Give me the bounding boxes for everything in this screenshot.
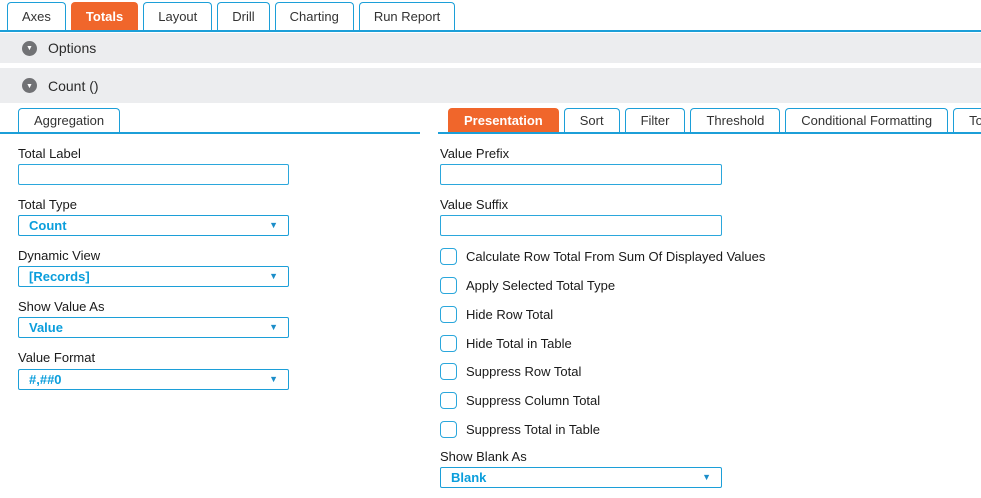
tabbar-divider — [0, 30, 981, 32]
chevron-down-icon: ▼ — [269, 272, 278, 281]
value-format-label: Value Format — [18, 350, 95, 365]
tab-layout[interactable]: Layout — [143, 2, 212, 30]
suppress-column-total-checkbox[interactable] — [440, 392, 457, 409]
tab-threshold[interactable]: Threshold — [690, 108, 780, 132]
main-tabbar: Axes Totals Layout Drill Charting Run Re… — [7, 2, 455, 30]
total-label-input[interactable] — [18, 164, 289, 185]
calculate-row-total-label: Calculate Row Total From Sum Of Displaye… — [466, 249, 765, 264]
suppress-row-total-checkbox[interactable] — [440, 363, 457, 380]
dynamic-view-select[interactable]: [Records] ▼ — [18, 266, 289, 287]
show-value-as-label: Show Value As — [18, 299, 104, 314]
tab-totals[interactable]: Totals — [71, 2, 138, 30]
calculate-row-total-checkbox[interactable] — [440, 248, 457, 265]
value-prefix-label: Value Prefix — [440, 146, 509, 161]
value-prefix-input[interactable] — [440, 164, 722, 185]
tab-axes[interactable]: Axes — [7, 2, 66, 30]
tab-sort[interactable]: Sort — [564, 108, 620, 132]
tab-conditional-formatting[interactable]: Conditional Formatting — [785, 108, 948, 132]
checkbox-row: Hide Row Total — [440, 306, 553, 323]
apply-selected-total-type-checkbox[interactable] — [440, 277, 457, 294]
value-format-select[interactable]: #,##0 ▼ — [18, 369, 289, 390]
checkbox-row: Suppress Row Total — [440, 363, 581, 380]
suppress-total-in-table-label: Suppress Total in Table — [466, 422, 600, 437]
hide-row-total-checkbox[interactable] — [440, 306, 457, 323]
tab-presentation[interactable]: Presentation — [448, 108, 559, 132]
show-value-as-select[interactable]: Value ▼ — [18, 317, 289, 338]
chevron-down-icon: ▼ — [269, 323, 278, 332]
hide-row-total-label: Hide Row Total — [466, 307, 553, 322]
value-format-value: #,##0 — [29, 372, 62, 387]
right-tabbar-divider — [438, 132, 981, 134]
apply-selected-total-type-label: Apply Selected Total Type — [466, 278, 615, 293]
total-type-label: Total Type — [18, 197, 77, 212]
total-label-label: Total Label — [18, 146, 81, 161]
tab-run-report[interactable]: Run Report — [359, 2, 455, 30]
tab-drill[interactable]: Drill — [217, 2, 269, 30]
chevron-down-icon: ▼ — [702, 473, 711, 482]
total-type-value: Count — [29, 218, 67, 233]
collapse-chevron-icon[interactable]: ▼ — [22, 41, 37, 56]
checkbox-row: Suppress Column Total — [440, 392, 600, 409]
hide-total-in-table-checkbox[interactable] — [440, 335, 457, 352]
show-blank-as-value: Blank — [451, 470, 486, 485]
dynamic-view-label: Dynamic View — [18, 248, 100, 263]
show-value-as-value: Value — [29, 320, 63, 335]
checkbox-row: Suppress Total in Table — [440, 421, 600, 438]
total-type-select[interactable]: Count ▼ — [18, 215, 289, 236]
left-panel-tabbar: Aggregation — [18, 108, 120, 132]
checkbox-row: Hide Total in Table — [440, 335, 572, 352]
collapse-chevron-icon[interactable]: ▼ — [22, 78, 37, 93]
hide-total-in-table-label: Hide Total in Table — [466, 336, 572, 351]
chevron-down-icon: ▼ — [269, 221, 278, 230]
suppress-row-total-label: Suppress Row Total — [466, 364, 581, 379]
tab-aggregation[interactable]: Aggregation — [18, 108, 120, 132]
value-suffix-input[interactable] — [440, 215, 722, 236]
tab-filter[interactable]: Filter — [625, 108, 686, 132]
checkbox-row: Apply Selected Total Type — [440, 277, 615, 294]
dynamic-view-value: [Records] — [29, 269, 90, 284]
section-options-label: Options — [48, 40, 96, 56]
suppress-column-total-label: Suppress Column Total — [466, 393, 600, 408]
tab-tooltips[interactable]: Tooltips — [953, 108, 981, 132]
chevron-down-icon: ▼ — [269, 375, 278, 384]
left-tabbar-divider — [0, 132, 420, 134]
section-header-options[interactable]: ▼ Options — [0, 33, 981, 63]
value-suffix-label: Value Suffix — [440, 197, 508, 212]
section-header-count[interactable]: ▼ Count () — [0, 68, 981, 103]
section-count-label: Count () — [48, 78, 99, 94]
checkbox-row: Calculate Row Total From Sum Of Displaye… — [440, 248, 765, 265]
show-blank-as-select[interactable]: Blank ▼ — [440, 467, 722, 488]
show-blank-as-label: Show Blank As — [440, 449, 527, 464]
tab-charting[interactable]: Charting — [275, 2, 354, 30]
right-panel-tabbar: Presentation Sort Filter Threshold Condi… — [448, 108, 981, 132]
suppress-total-in-table-checkbox[interactable] — [440, 421, 457, 438]
